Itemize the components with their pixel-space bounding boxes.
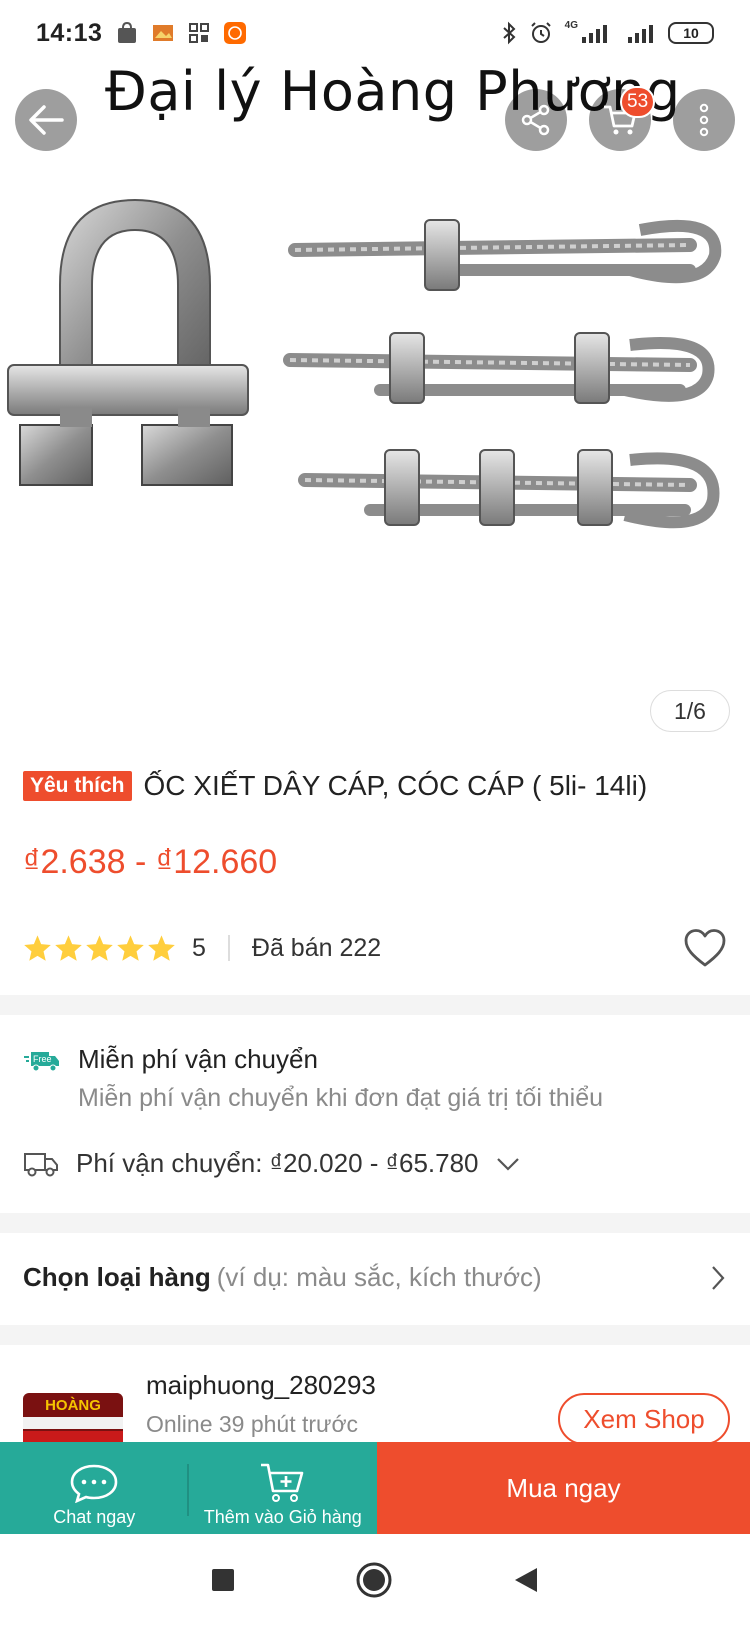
bottom-divider	[187, 1464, 189, 1516]
free-label: Free	[33, 1054, 52, 1064]
section-separator	[0, 1325, 750, 1345]
star-icon	[55, 935, 82, 961]
sold-count: Đã bán 222	[251, 933, 382, 962]
recent-apps-icon[interactable]	[211, 1568, 235, 1592]
variant-hint: (ví dụ: màu sắc, kích thước)	[216, 1262, 542, 1292]
view-shop-button[interactable]: Xem Shop	[558, 1393, 730, 1445]
share-button[interactable]	[505, 89, 567, 151]
favorite-badge: Yêu thích	[23, 771, 132, 801]
bluetooth-icon	[502, 21, 516, 45]
signal-icon	[582, 25, 607, 43]
section-separator	[0, 1213, 750, 1233]
free-shipping-subtitle: Miễn phí vận chuyển khi đơn đạt giá trị …	[78, 1084, 604, 1112]
alarm-icon	[530, 22, 551, 43]
add-to-cart-button[interactable]: Thêm vào Giỏ hàng	[189, 1442, 378, 1534]
chat-label: Chat ngay	[53, 1507, 136, 1527]
product-image-carousel[interactable]: Đại lý Hoàng Phương 53 1/6	[0, 0, 750, 740]
add-to-cart-icon	[260, 1463, 304, 1502]
star-icon	[24, 935, 51, 961]
product-price: ₫2.638 - ₫12.660	[23, 843, 278, 881]
chat-icon	[70, 1464, 118, 1503]
product-image	[7, 198, 722, 529]
shipping-fee-label: Phí vận chuyển: ₫20.020 - ₫65.780	[76, 1148, 479, 1178]
rating-row: 5 Đã bán 222	[23, 926, 727, 970]
section-separator	[0, 995, 750, 1015]
status-bar: 14:13 4G 10	[0, 0, 750, 66]
share-icon	[521, 104, 550, 136]
battery-level: 10	[683, 25, 699, 41]
product-title-row: Yêu thích ỐC XIẾT DÂY CÁP, CÓC CÁP ( 5li…	[23, 770, 733, 802]
rating-divider	[227, 935, 230, 961]
shipping-fee-row[interactable]: Phí vận chuyển: ₫20.020 - ₫65.780	[23, 1148, 521, 1179]
mi-app-icon	[224, 22, 247, 44]
status-time: 14:13	[36, 18, 103, 47]
back-nav-icon[interactable]	[513, 1566, 539, 1594]
shop-online-status: Online 39 phút trước	[146, 1411, 359, 1437]
home-icon[interactable]	[355, 1561, 393, 1599]
signal-icon-2	[628, 25, 653, 43]
free-shipping-title: Miễn phí vận chuyển	[78, 1044, 318, 1074]
buy-now-button[interactable]: Mua ngay	[377, 1442, 750, 1534]
free-shipping-icon: Free	[24, 1052, 59, 1072]
chevron-down-icon	[496, 1157, 519, 1171]
add-to-cart-label: Thêm vào Giỏ hàng	[203, 1507, 362, 1527]
shop-info-row: HOÀNG PHƯƠNG maiphuong_280293 Online 39 …	[0, 1345, 750, 1449]
system-nav-bar	[0, 1534, 750, 1625]
truck-icon	[24, 1152, 58, 1176]
shop-avatar[interactable]: HOÀNG PHƯƠNG	[23, 1393, 123, 1449]
chevron-right-icon	[712, 1265, 725, 1290]
product-title: ỐC XIẾT DÂY CÁP, CÓC CÁP ( 5li- 14li)	[143, 770, 648, 801]
back-button[interactable]	[15, 89, 77, 151]
chat-button[interactable]: Chat ngay	[0, 1442, 189, 1534]
cart-count-badge: 53	[620, 86, 656, 118]
variant-label: Chọn loại hàng	[23, 1262, 211, 1292]
image-counter: 1/6	[650, 690, 730, 732]
more-vertical-icon	[699, 103, 709, 137]
apps-grid-icon	[189, 23, 210, 43]
star-icon	[86, 935, 113, 961]
variant-selector[interactable]: Chọn loại hàng (ví dụ: màu sắc, kích thư…	[23, 1262, 727, 1293]
arrow-left-icon	[29, 105, 64, 135]
free-shipping-row: Free Miễn phí vận chuyển Miễn phí vận ch…	[23, 1044, 603, 1113]
star-icon	[148, 935, 175, 961]
heart-icon[interactable]	[683, 928, 727, 968]
more-options-button[interactable]	[673, 89, 735, 151]
rating-value: 5	[192, 933, 206, 962]
bottom-action-bar: Chat ngay Thêm vào Giỏ hàng Mua ngay	[0, 1442, 750, 1534]
shop-name[interactable]: maiphuong_280293	[146, 1370, 376, 1401]
shopee-bag-icon	[118, 22, 137, 43]
star-icon	[117, 935, 144, 961]
battery-icon: 10	[668, 22, 714, 44]
gallery-icon	[153, 25, 174, 41]
network-type-label: 4G	[564, 19, 578, 31]
rating-stars[interactable]	[23, 934, 176, 962]
